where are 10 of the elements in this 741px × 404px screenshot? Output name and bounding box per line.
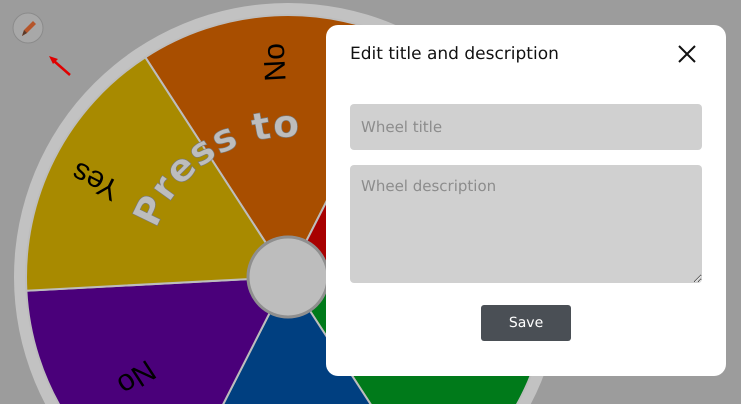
close-button[interactable] [676, 43, 698, 65]
segment-label: No [258, 42, 293, 82]
save-button[interactable]: Save [481, 305, 571, 341]
title-input[interactable]: Wheel title [350, 104, 702, 150]
close-icon [678, 45, 696, 63]
arrow-icon [49, 56, 71, 76]
description-input[interactable]: Wheel description [350, 165, 702, 283]
segment-label: Yes [66, 154, 126, 207]
dialog-title: Edit title and description [350, 44, 559, 64]
segment-label: No [111, 353, 162, 402]
